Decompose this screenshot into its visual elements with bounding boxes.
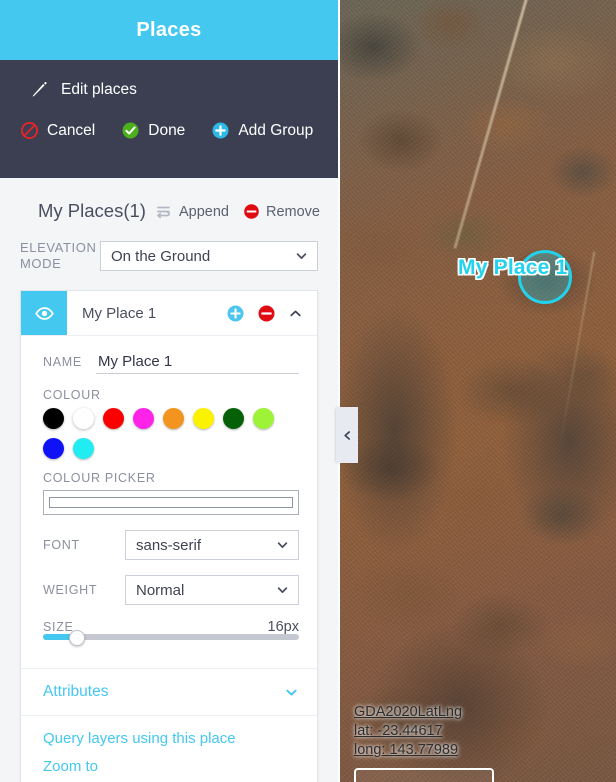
name-label: NAME <box>43 355 82 369</box>
place-row-name: My Place 1 <box>82 304 157 322</box>
font-value: sans-serif <box>136 536 202 554</box>
font-row: FONT sans-serif <box>21 530 317 560</box>
map-shadow-region <box>340 300 460 560</box>
font-select[interactable]: sans-serif <box>125 530 299 560</box>
add-group-label: Add Group <box>238 121 314 139</box>
append-arrow-icon <box>156 203 173 220</box>
size-section: SIZE 16px <box>21 605 317 646</box>
coordinate-longitude: long: 143.77989 <box>354 742 459 758</box>
plus-circle-icon[interactable] <box>226 304 245 323</box>
colour-swatch[interactable] <box>253 408 274 429</box>
eye-icon <box>34 303 55 324</box>
zoom-to-link[interactable]: Zoom to <box>43 758 299 775</box>
chevron-down-icon <box>284 685 299 700</box>
size-value: 16px <box>267 619 299 635</box>
panel-body: My Places(1) Append Remove ELEVATION MOD… <box>0 178 338 782</box>
colour-swatch[interactable] <box>43 438 64 459</box>
colour-picker-section: COLOUR PICKER <box>21 459 317 515</box>
chevron-down-icon <box>276 584 289 597</box>
map-place-marker[interactable]: My Place 1 <box>458 250 578 310</box>
append-button[interactable]: Append <box>156 203 229 220</box>
chevron-down-icon <box>295 250 308 263</box>
elevation-mode-label: ELEVATION MODE <box>20 240 100 272</box>
attributes-accordion[interactable]: Attributes <box>21 668 317 715</box>
panel-header: Places <box>0 0 338 60</box>
edit-places-row[interactable]: Edit places <box>0 60 338 99</box>
edit-places-label: Edit places <box>61 80 137 98</box>
edit-toolbar: Edit places Cancel Done Add Group <box>0 60 338 178</box>
colour-swatch[interactable] <box>223 408 244 429</box>
app-root: My Place 1 GDA2020LatLng lat: -23.44617 … <box>0 0 616 782</box>
add-group-button[interactable]: Add Group <box>211 121 313 140</box>
colour-swatch[interactable] <box>73 438 94 459</box>
colour-swatch-list <box>43 408 299 459</box>
font-label: FONT <box>43 538 80 552</box>
colour-picker-input[interactable] <box>43 490 299 515</box>
colour-section: COLOUR <box>21 388 317 459</box>
chevron-up-icon[interactable] <box>288 306 303 321</box>
size-label: SIZE <box>43 620 74 634</box>
map-shadow-region <box>500 330 616 550</box>
visibility-toggle[interactable] <box>21 291 67 335</box>
weight-label: WEIGHT <box>43 583 98 597</box>
elevation-label-line2: MODE <box>20 256 62 271</box>
name-row: NAME <box>21 350 317 374</box>
weight-value: Normal <box>136 581 185 599</box>
place-row[interactable]: My Place 1 <box>21 291 317 336</box>
plus-circle-icon <box>211 121 230 140</box>
coordinate-latitude: lat: -23.44617 <box>354 723 443 739</box>
my-places-header: My Places(1) Append Remove <box>0 178 338 222</box>
panel-collapse-button[interactable] <box>336 407 358 463</box>
cancel-button[interactable]: Cancel <box>20 121 95 140</box>
colour-picker-label: COLOUR PICKER <box>43 471 156 485</box>
marker-label: My Place 1 <box>458 256 568 279</box>
colour-picker-swatch <box>49 497 293 508</box>
remove-button[interactable]: Remove <box>243 203 320 220</box>
colour-swatch[interactable] <box>73 408 94 429</box>
colour-swatch[interactable] <box>163 408 184 429</box>
toolbar-actions: Cancel Done Add Group <box>0 99 338 140</box>
colour-swatch[interactable] <box>103 408 124 429</box>
coordinate-readout: GDA2020LatLng lat: -23.44617 long: 143.7… <box>354 703 462 760</box>
weight-select[interactable]: Normal <box>125 575 299 605</box>
chevron-down-icon <box>276 539 289 552</box>
size-slider[interactable] <box>43 630 299 646</box>
cancel-circle-icon <box>20 121 39 140</box>
colour-swatch[interactable] <box>43 408 64 429</box>
minus-circle-icon <box>243 203 260 220</box>
place-row-icons <box>226 291 317 335</box>
size-slider-thumb[interactable] <box>69 630 86 646</box>
coordinate-datum: GDA2020LatLng <box>354 704 463 720</box>
colour-swatch[interactable] <box>133 408 154 429</box>
weight-row: WEIGHT Normal <box>21 575 317 605</box>
elevation-mode-select[interactable]: On the Ground <box>100 241 318 271</box>
query-layers-link[interactable]: Query layers using this place <box>43 730 299 747</box>
place-form: NAME COLOUR COLOUR PICKER FO <box>21 336 317 654</box>
elevation-label-line1: ELEVATION <box>20 240 97 255</box>
append-label: Append <box>179 203 229 220</box>
colour-swatch[interactable] <box>193 408 214 429</box>
place-card: My Place 1 NAME My Place 1 COLOUR COLOUR… <box>20 290 318 782</box>
pencil-icon <box>30 80 49 99</box>
minus-circle-icon[interactable] <box>257 304 276 323</box>
done-button[interactable]: Done <box>121 121 185 140</box>
name-input[interactable] <box>96 350 299 374</box>
my-places-actions: Append Remove <box>156 203 320 222</box>
done-label: Done <box>148 121 186 139</box>
my-places-title: My Places(1) <box>38 200 146 221</box>
elevation-mode-row: ELEVATION MODE On the Ground <box>0 222 338 272</box>
map-bottom-control-box[interactable] <box>354 768 494 782</box>
attributes-label: Attributes <box>43 683 109 700</box>
chevron-left-icon <box>342 430 353 441</box>
place-links: Query layers using this place Zoom to <box>21 715 317 782</box>
check-circle-icon <box>121 121 140 140</box>
places-panel: Places Edit places Cancel Done Add Group… <box>0 0 338 782</box>
cancel-label: Cancel <box>47 121 96 139</box>
page-title: Places <box>136 18 202 41</box>
remove-label: Remove <box>266 203 320 220</box>
elevation-mode-value: On the Ground <box>111 247 211 265</box>
map-viewport[interactable]: My Place 1 GDA2020LatLng lat: -23.44617 … <box>340 0 616 782</box>
colour-label: COLOUR <box>43 388 101 402</box>
